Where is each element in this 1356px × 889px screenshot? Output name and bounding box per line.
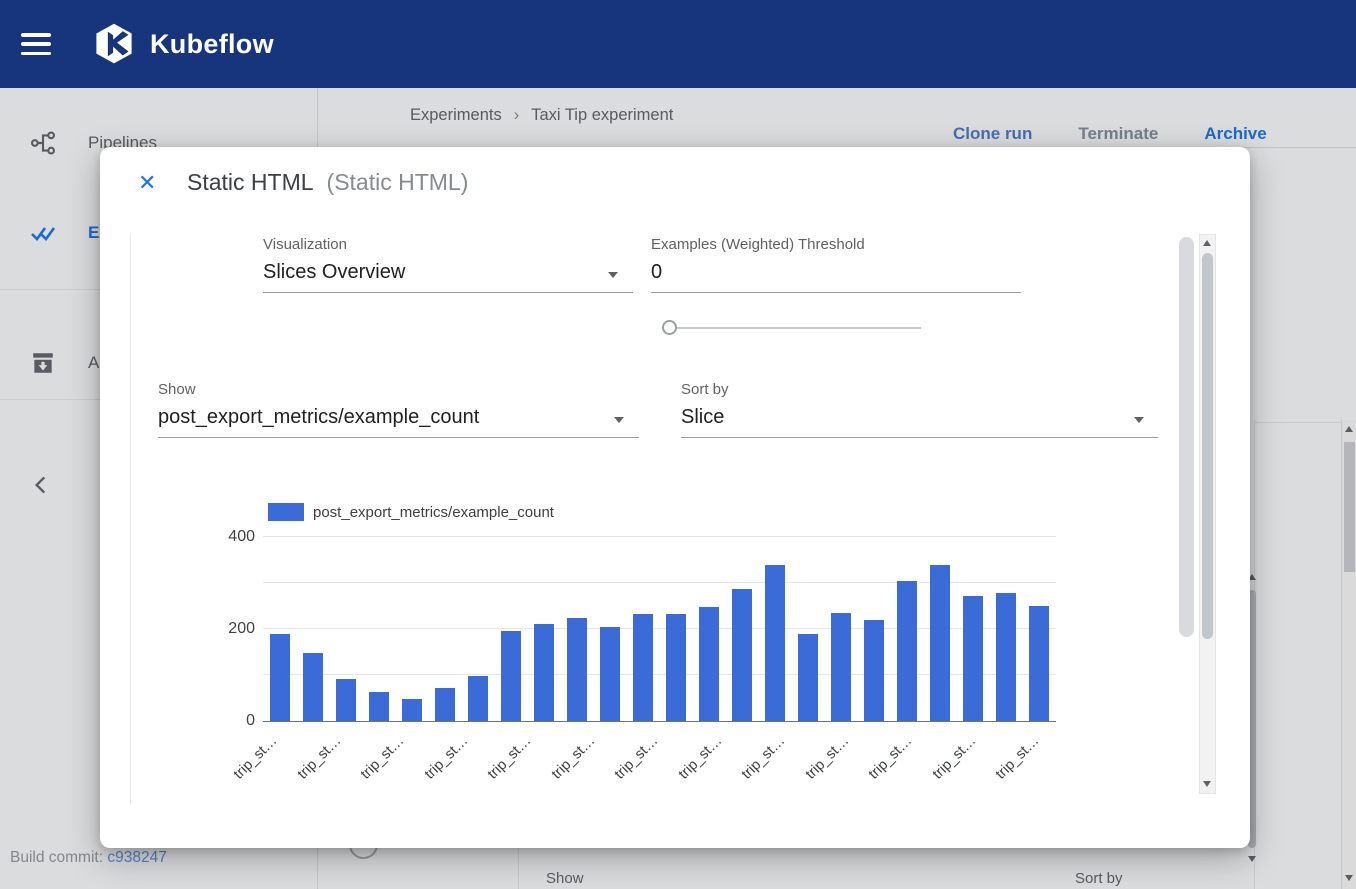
kubeflow-logo-icon — [92, 22, 136, 66]
field-underline — [651, 292, 1021, 293]
show-select[interactable]: post_export_metrics/example_count — [158, 406, 479, 429]
threshold-slider-track[interactable] — [663, 327, 921, 329]
close-icon[interactable]: ✕ — [138, 171, 156, 195]
field-underline — [681, 437, 1158, 438]
chevron-down-icon[interactable] — [608, 272, 618, 278]
bar — [303, 653, 323, 721]
bar — [600, 627, 620, 721]
bar — [897, 581, 917, 721]
bar — [765, 565, 785, 721]
legend-swatch — [268, 503, 304, 521]
modal-scrollbar-thumb[interactable] — [1202, 253, 1213, 639]
bar — [699, 607, 719, 721]
threshold-input[interactable]: 0 — [651, 261, 662, 284]
bar-series — [263, 537, 1056, 721]
bar — [732, 589, 752, 721]
bar — [435, 688, 455, 721]
bar — [798, 634, 818, 721]
y-tick-label: 0 — [211, 712, 255, 730]
threshold-label: Examples (Weighted) Threshold — [651, 236, 865, 253]
legend-label: post_export_metrics/example_count — [313, 504, 554, 521]
bar — [534, 624, 554, 721]
modal-subtitle: (Static HTML) — [327, 169, 469, 195]
app-title: Kubeflow — [150, 29, 274, 60]
bar — [930, 565, 950, 721]
sort-by-label: Sort by — [681, 381, 729, 398]
widget-scrollbar-thumb[interactable] — [1179, 237, 1194, 637]
menu-icon[interactable] — [21, 33, 51, 55]
bar — [369, 692, 389, 721]
bar-chart-plot: 0200400 — [263, 538, 1056, 722]
scroll-down-icon[interactable] — [1203, 781, 1211, 787]
bar — [864, 620, 884, 721]
chevron-down-icon[interactable] — [614, 417, 624, 423]
field-underline — [263, 292, 633, 293]
scroll-up-icon[interactable] — [1203, 240, 1211, 246]
artifact-preview-modal: ✕ Static HTML (Static HTML) Visualization… — [100, 147, 1250, 848]
bar — [666, 614, 686, 721]
modal-title: Static HTML (Static HTML) — [187, 169, 468, 196]
sort-by-select[interactable]: Slice — [681, 406, 724, 429]
y-tick-label: 200 — [211, 620, 255, 638]
y-tick-label: 400 — [211, 528, 255, 546]
bar — [501, 631, 521, 721]
field-underline — [158, 437, 639, 438]
bar — [468, 676, 488, 721]
bar — [270, 634, 290, 721]
modal-title-text: Static HTML — [187, 169, 314, 195]
widget-scrollbar[interactable] — [1178, 234, 1195, 790]
bar — [963, 596, 983, 721]
bar — [831, 613, 851, 721]
bar — [402, 699, 422, 721]
visualization-label: Visualization — [263, 236, 347, 253]
bar — [996, 593, 1016, 721]
bar — [567, 618, 587, 722]
visualization-select[interactable]: Slices Overview — [263, 261, 405, 284]
bar — [633, 614, 653, 721]
modal-scrollbar[interactable] — [1199, 234, 1216, 794]
app-header: Kubeflow — [0, 0, 1356, 88]
show-label: Show — [158, 381, 196, 398]
tfma-slices-widget: Visualization Slices Overview Examples (… — [130, 234, 1176, 804]
threshold-slider-thumb[interactable] — [662, 320, 677, 335]
bar — [336, 679, 356, 721]
chevron-down-icon[interactable] — [1134, 417, 1144, 423]
x-axis-labels: trip_st…trip_st…trip_st…trip_st…trip_st…… — [263, 731, 1056, 801]
bar — [1029, 606, 1049, 721]
